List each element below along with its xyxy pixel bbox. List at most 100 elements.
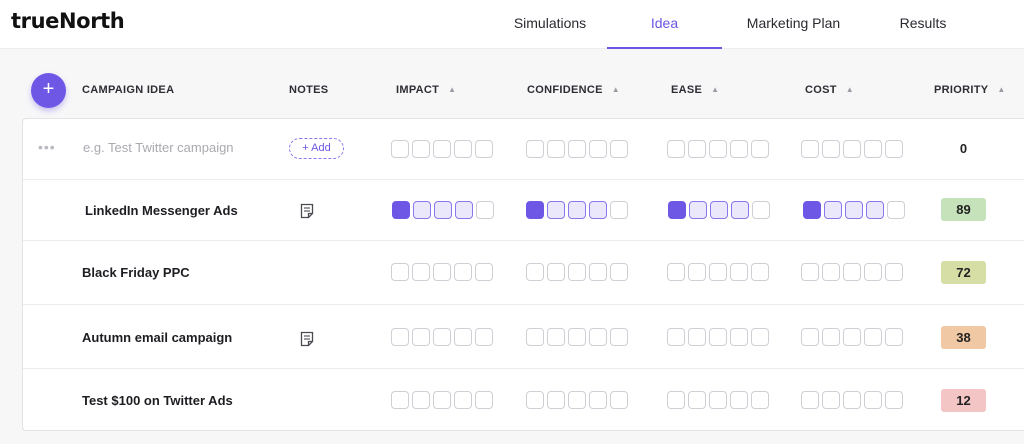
rating-box[interactable]	[822, 263, 840, 281]
rating-box[interactable]	[610, 140, 628, 158]
cost-scale[interactable]	[801, 140, 903, 158]
impact-scale[interactable]	[391, 328, 493, 346]
rating-box[interactable]	[610, 201, 628, 219]
rating-box[interactable]	[709, 328, 727, 346]
rating-box[interactable]	[843, 140, 861, 158]
rating-box[interactable]	[568, 263, 586, 281]
rating-box[interactable]	[589, 263, 607, 281]
rating-box[interactable]	[391, 140, 409, 158]
rating-box[interactable]	[822, 391, 840, 409]
rating-box[interactable]	[822, 140, 840, 158]
table-row[interactable]: Test $100 on Twitter Ads 12	[23, 369, 1024, 431]
campaign-title[interactable]: Autumn email campaign	[82, 330, 232, 345]
impact-scale[interactable]	[391, 263, 493, 281]
column-confidence[interactable]: CONFIDENCE ▲︎	[527, 84, 620, 96]
rating-box[interactable]	[688, 391, 706, 409]
confidence-scale[interactable]	[526, 263, 628, 281]
tab-simulations[interactable]: Simulations	[500, 0, 600, 49]
cost-scale[interactable]	[803, 201, 905, 219]
rating-box[interactable]	[864, 140, 882, 158]
add-idea-button[interactable]: +	[31, 73, 66, 108]
sort-icon[interactable]: ▲︎	[448, 85, 456, 94]
rating-box[interactable]	[843, 328, 861, 346]
campaign-idea-input[interactable]	[83, 137, 273, 157]
confidence-scale[interactable]	[526, 201, 628, 219]
rating-box[interactable]	[589, 328, 607, 346]
rating-box[interactable]	[589, 201, 607, 219]
column-cost[interactable]: COST ▲︎	[805, 84, 854, 96]
rating-box[interactable]	[391, 263, 409, 281]
sort-icon[interactable]: ▲︎	[711, 85, 719, 94]
ease-scale[interactable]	[667, 140, 769, 158]
table-row[interactable]: Black Friday PPC 72	[23, 241, 1024, 305]
rating-box[interactable]	[412, 263, 430, 281]
rating-box[interactable]	[688, 263, 706, 281]
rating-box[interactable]	[866, 201, 884, 219]
rating-box[interactable]	[454, 328, 472, 346]
rating-box[interactable]	[412, 328, 430, 346]
rating-box[interactable]	[689, 201, 707, 219]
tab-idea[interactable]: Idea	[607, 0, 722, 49]
rating-box[interactable]	[610, 263, 628, 281]
rating-box[interactable]	[547, 201, 565, 219]
cost-scale[interactable]	[801, 263, 903, 281]
rating-box[interactable]	[709, 263, 727, 281]
confidence-scale[interactable]	[526, 391, 628, 409]
note-icon[interactable]	[300, 203, 314, 219]
rating-box[interactable]	[454, 263, 472, 281]
note-icon[interactable]	[300, 331, 314, 347]
rating-box[interactable]	[751, 391, 769, 409]
rating-box[interactable]	[801, 328, 819, 346]
column-impact[interactable]: IMPACT ▲︎	[396, 84, 456, 96]
rating-box[interactable]	[751, 140, 769, 158]
rating-box[interactable]	[751, 263, 769, 281]
rating-box[interactable]	[752, 201, 770, 219]
rating-box[interactable]	[688, 328, 706, 346]
rating-box[interactable]	[391, 391, 409, 409]
table-row[interactable]: LinkedIn Messenger Ads 89	[23, 180, 1024, 241]
rating-box[interactable]	[801, 140, 819, 158]
rating-box[interactable]	[730, 391, 748, 409]
truenorth-logo[interactable]: trueNorth	[11, 9, 125, 33]
rating-box[interactable]	[731, 201, 749, 219]
rating-box[interactable]	[885, 140, 903, 158]
rating-box[interactable]	[667, 140, 685, 158]
campaign-title[interactable]: Black Friday PPC	[82, 265, 190, 280]
rating-box[interactable]	[433, 140, 451, 158]
rating-box[interactable]	[610, 391, 628, 409]
rating-box[interactable]	[476, 201, 494, 219]
rating-box[interactable]	[845, 201, 863, 219]
rating-box[interactable]	[547, 328, 565, 346]
rating-box[interactable]	[751, 328, 769, 346]
more-options-icon[interactable]: •••	[38, 139, 56, 155]
rating-box[interactable]	[710, 201, 728, 219]
rating-box[interactable]	[526, 263, 544, 281]
rating-box[interactable]	[589, 391, 607, 409]
rating-box[interactable]	[391, 328, 409, 346]
rating-box[interactable]	[433, 263, 451, 281]
impact-scale[interactable]	[391, 391, 493, 409]
impact-scale[interactable]	[392, 201, 494, 219]
rating-box[interactable]	[667, 263, 685, 281]
rating-box[interactable]	[475, 140, 493, 158]
column-priority[interactable]: PRIORITY ▲︎	[934, 84, 1006, 96]
rating-box[interactable]	[454, 391, 472, 409]
sort-icon[interactable]: ▲︎	[997, 85, 1005, 94]
rating-box[interactable]	[709, 391, 727, 409]
rating-box[interactable]	[822, 328, 840, 346]
add-note-button[interactable]: + Add	[289, 138, 344, 159]
rating-box[interactable]	[864, 263, 882, 281]
rating-box[interactable]	[526, 140, 544, 158]
rating-box[interactable]	[526, 328, 544, 346]
rating-box[interactable]	[709, 140, 727, 158]
rating-box[interactable]	[610, 328, 628, 346]
rating-box[interactable]	[547, 263, 565, 281]
rating-box[interactable]	[668, 201, 686, 219]
rating-box[interactable]	[454, 140, 472, 158]
confidence-scale[interactable]	[526, 328, 628, 346]
rating-box[interactable]	[433, 391, 451, 409]
tab-results[interactable]: Results	[880, 0, 966, 49]
cost-scale[interactable]	[801, 328, 903, 346]
tab-marketing-plan[interactable]: Marketing Plan	[735, 0, 852, 49]
rating-box[interactable]	[667, 328, 685, 346]
